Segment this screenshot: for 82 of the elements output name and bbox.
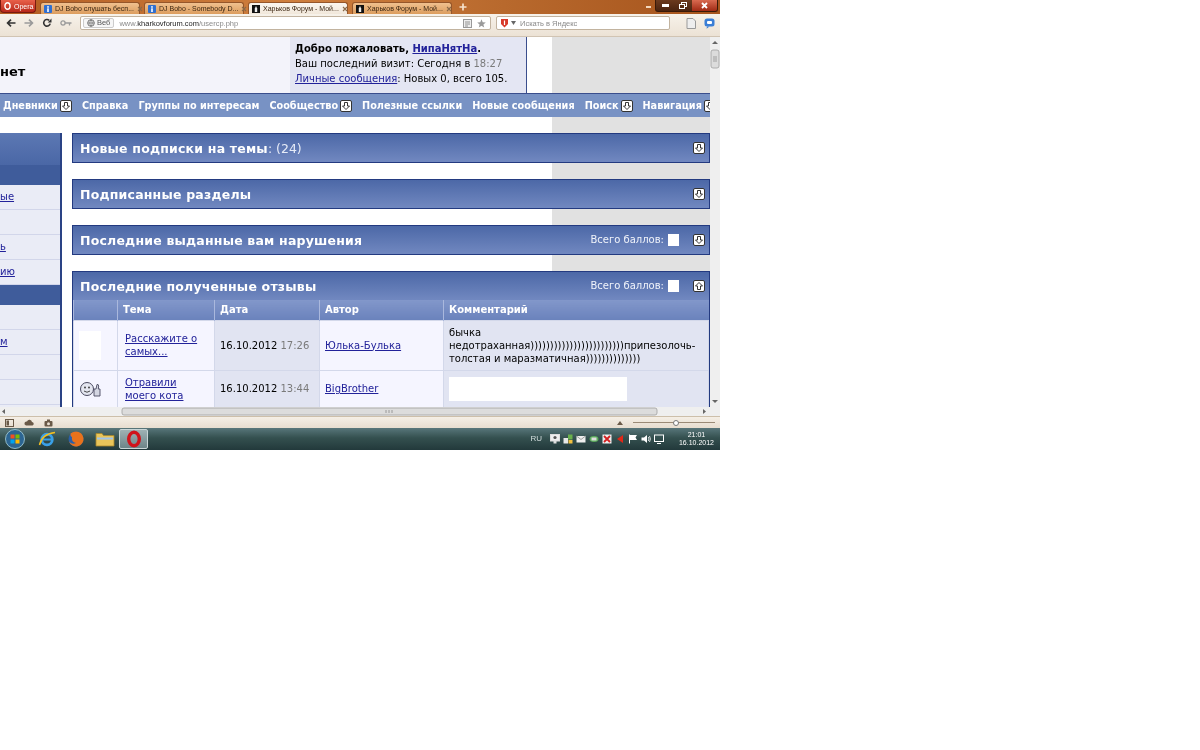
- sidebar-header: [0, 133, 60, 165]
- points-label: Всего баллов:: [590, 234, 664, 246]
- sidebar-link[interactable]: ию: [0, 266, 15, 278]
- column-header: Автор: [319, 300, 444, 320]
- panel-icon[interactable]: [5, 418, 14, 427]
- down-arrow-icon[interactable]: [693, 234, 705, 246]
- screen-icon[interactable]: [653, 434, 664, 444]
- squares-icon[interactable]: [562, 434, 573, 444]
- oval-ring-icon: [125, 430, 142, 448]
- vertical-scrollbar[interactable]: [710, 37, 720, 416]
- info-icon: [148, 4, 156, 13]
- down-arrow-icon[interactable]: [340, 99, 353, 112]
- speaker-icon[interactable]: [640, 434, 651, 444]
- fox-globe-icon: [66, 430, 85, 448]
- horizontal-scrollbar[interactable]: [0, 407, 710, 416]
- down-arrow-icon[interactable]: [59, 99, 72, 112]
- cloud-icon[interactable]: [24, 419, 34, 426]
- ring-swoosh-icon: [37, 430, 56, 448]
- comment-text: бычка недотраханная))))))))))))))))))))))))припезолочь-толстая и маразматичная)))))))))))))): [449, 326, 696, 364]
- language-indicator[interactable]: RU: [530, 435, 542, 443]
- column-header: Дата: [214, 300, 320, 320]
- computer-icon[interactable]: [588, 434, 599, 444]
- globe-icon: [87, 19, 95, 27]
- date-text: 16.10.2012: [220, 383, 278, 394]
- page-title: нет: [0, 65, 26, 78]
- section-title: Подписанные разделы: [80, 186, 252, 202]
- up-triangle-icon[interactable]: [617, 420, 623, 425]
- sidebar-link[interactable]: м: [0, 336, 8, 348]
- section-title: Последние полученные отзывы: [80, 278, 317, 294]
- welcome-text: Добро пожаловать, НипаНятНа.: [295, 42, 482, 56]
- shield-icon[interactable]: [500, 18, 509, 28]
- minimize-icon: [661, 4, 669, 7]
- close-icon: [701, 2, 708, 9]
- close-icon[interactable]: [137, 5, 143, 12]
- caret-icon[interactable]: [511, 21, 516, 25]
- column-header: Комментарий: [443, 300, 709, 320]
- folder-icon: [94, 431, 115, 447]
- messages-summary: Личные сообщения: Новых 0, всего 105.: [295, 72, 509, 86]
- section-count: : (24): [267, 140, 302, 156]
- time-text: 13:44: [280, 383, 310, 394]
- oval-ring-icon: [4, 2, 11, 10]
- slider-thumb[interactable]: [672, 419, 679, 426]
- close-icon[interactable]: [445, 5, 452, 12]
- down-arrow-icon[interactable]: [693, 188, 705, 200]
- author-link[interactable]: Юлька-Булька: [325, 338, 402, 352]
- close-button[interactable]: [692, 0, 717, 11]
- sidebar-band: [0, 165, 60, 185]
- camera-icon[interactable]: [44, 418, 53, 427]
- taskbar-button[interactable]: [119, 429, 148, 449]
- plus-icon[interactable]: [459, 3, 467, 11]
- section-title: Последние выданные вам нарушения: [80, 232, 363, 248]
- time-text: 17:26: [280, 339, 310, 351]
- list-icon[interactable]: [463, 18, 472, 28]
- sidebar-link[interactable]: ые: [0, 191, 15, 203]
- last-visit-text: Ваш последний визит: Сегодня в: [295, 58, 471, 69]
- star-icon[interactable]: [477, 18, 486, 28]
- reload-icon[interactable]: [42, 18, 52, 28]
- flag-icon[interactable]: [627, 434, 638, 444]
- chat-icon[interactable]: [704, 17, 715, 29]
- envelope-icon[interactable]: [575, 434, 586, 444]
- column-header: Тема: [117, 300, 215, 320]
- date-text: 16.10.2012: [220, 339, 278, 351]
- author-link[interactable]: BigBrother: [325, 382, 379, 395]
- close-icon[interactable]: [241, 5, 248, 12]
- start-icon[interactable]: [2, 429, 28, 449]
- down-arrow-icon[interactable]: [620, 99, 633, 112]
- smiley-thumbs-up-icon: [79, 379, 101, 398]
- section-title: Новые подписки на темы: [80, 140, 268, 156]
- monitor-icon[interactable]: [549, 434, 560, 444]
- tower-icon: [252, 4, 260, 13]
- last-visit-time: 18:27: [473, 58, 503, 69]
- sidebar-link[interactable]: ь: [0, 241, 6, 253]
- maximize-icon: [679, 2, 687, 9]
- tower-icon: [356, 4, 364, 13]
- info-icon: [44, 4, 52, 13]
- back-icon[interactable]: [6, 18, 16, 28]
- points-label: Всего баллов:: [590, 280, 664, 292]
- close-icon[interactable]: [341, 5, 348, 12]
- cross-icon[interactable]: [601, 434, 612, 444]
- up-arrow-icon[interactable]: [693, 280, 705, 292]
- sidebar-band: [0, 285, 60, 305]
- down-arrow-icon[interactable]: [693, 142, 705, 154]
